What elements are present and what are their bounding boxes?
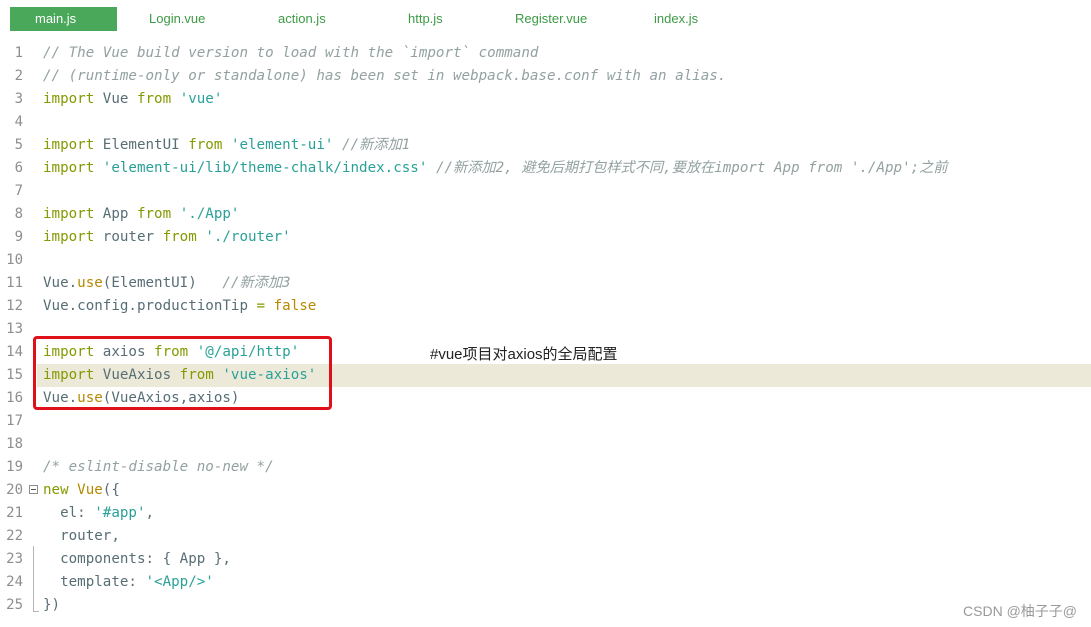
code-line: 5 import ElementUI from 'element-ui' //新添… [14,137,411,153]
fold-guide [33,546,34,612]
highlight-box [33,336,332,410]
tab-login-vue[interactable]: Login.vue [149,7,205,31]
annotation-text: #vue项目对axios的全局配置 [430,346,618,363]
code-line: 8 import App from './App' [14,206,240,222]
code-line: 21 el: '#app', [6,505,155,521]
code-editor[interactable]: 1// The Vue build version to load with t… [0,41,1091,627]
code-line: 17 [6,413,23,429]
fold-toggle-icon[interactable] [29,485,38,494]
code-line: 7 [14,183,23,199]
tab-register-vue[interactable]: Register.vue [515,7,587,31]
code-line: 24 template: '<App/>' [6,574,214,590]
fold-guide-end [33,611,39,612]
code-line: 3 import Vue from 'vue' [14,91,223,107]
code-line: 11 Vue.use(ElementUI) //新添加3 [6,275,291,291]
code-line: 20 new Vue({ [6,482,120,498]
file-tab-bar: main.js Login.vue action.js http.js Regi… [0,0,1091,40]
code-line: 6 import 'element-ui/lib/theme-chalk/inde… [14,160,948,176]
code-line: 18 [6,436,23,452]
code-line: 25}) [6,597,61,613]
code-line: 22 router, [6,528,120,544]
code-line: 19/* eslint-disable no-new */ [6,459,274,475]
code-line: 9 import router from './router' [14,229,291,245]
tab-main-js[interactable]: main.js [10,7,117,31]
code-line: 2// (runtime-only or standalone) has bee… [14,68,727,84]
code-line: 12 Vue.config.productionTip = false [6,298,317,314]
code-line: 10 [6,252,23,268]
code-line: 4 [14,114,23,130]
tab-http-js[interactable]: http.js [408,7,443,31]
code-line: 1// The Vue build version to load with t… [14,45,539,61]
code-line: 23 components: { App }, [6,551,231,567]
tab-index-js[interactable]: index.js [654,7,698,31]
tab-action-js[interactable]: action.js [278,7,326,31]
watermark: CSDN @柚子子@ [963,603,1077,619]
